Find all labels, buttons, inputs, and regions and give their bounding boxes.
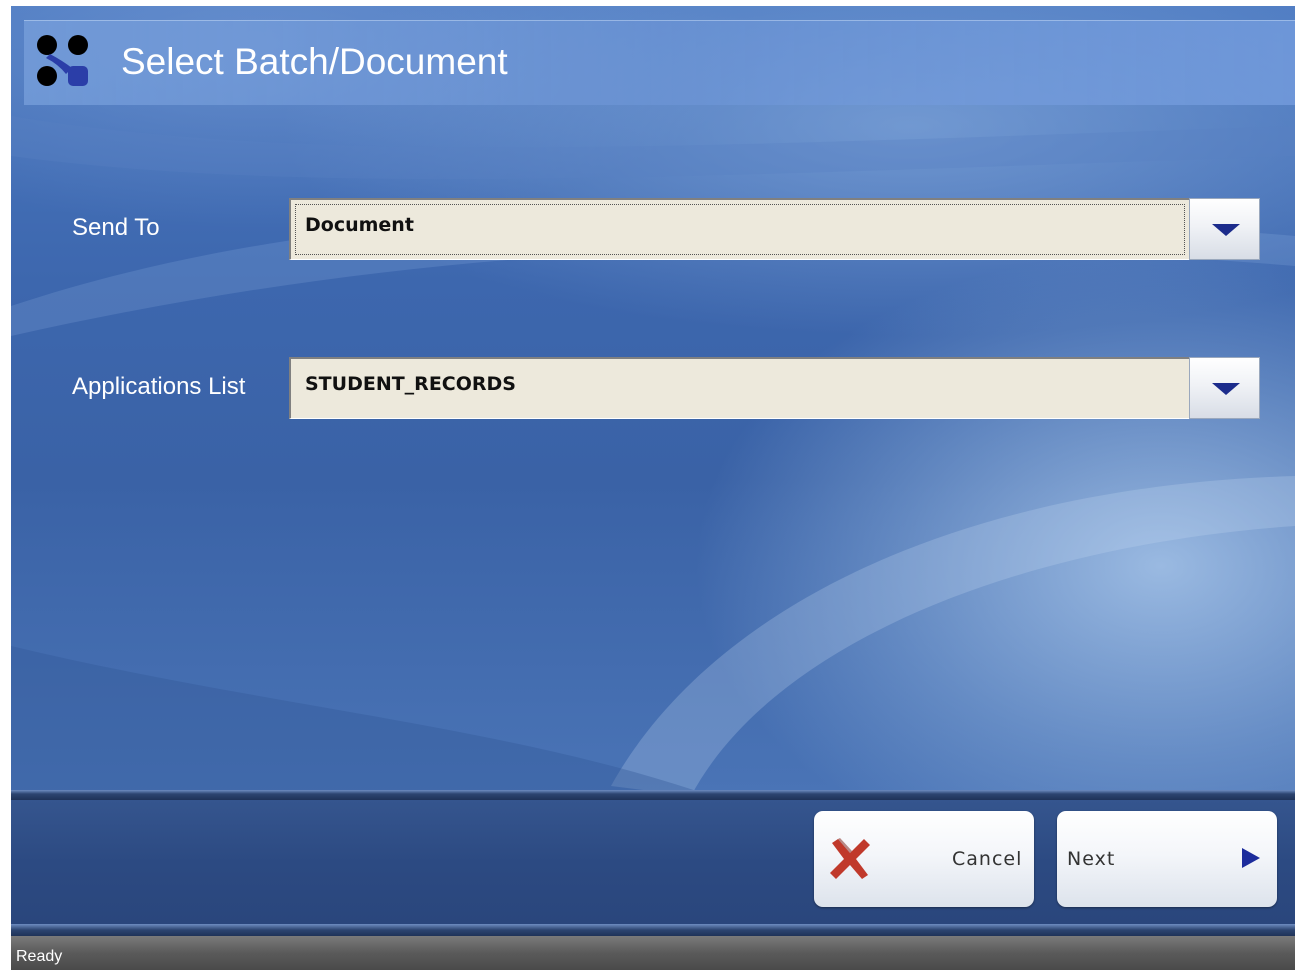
app-window: Select Batch/Document Send To Document A… [11,6,1295,970]
status-text: Ready [16,948,63,965]
chevron-down-icon [1212,383,1240,395]
send-to-dropdown-button[interactable] [1189,198,1260,260]
cancel-label: Cancel [952,848,1023,870]
next-label: Next [1067,848,1116,870]
page-title: Select Batch/Document [121,41,508,82]
footer-bottom-separator [11,924,1295,936]
applications-list-dropdown-button[interactable] [1189,357,1260,419]
close-x-icon [830,838,870,879]
applications-list-dropdown[interactable]: STUDENT_RECORDS [289,357,1261,421]
four-dots-logo-icon [37,35,88,86]
next-button[interactable]: Next [1057,811,1277,907]
play-arrow-icon [1242,848,1260,868]
status-bar: Ready [11,936,1295,970]
header-bar: Select Batch/Document [24,20,1295,105]
chevron-down-icon [1212,224,1240,236]
send-to-dropdown[interactable]: Document [289,198,1261,262]
send-to-value: Document [305,214,414,236]
send-to-field[interactable]: Document [289,198,1189,260]
cancel-button[interactable]: Cancel [814,811,1034,907]
applications-list-field[interactable]: STUDENT_RECORDS [289,357,1189,419]
footer-separator [11,790,1295,800]
applications-list-label: Applications List [72,373,246,400]
applications-list-value: STUDENT_RECORDS [305,373,516,395]
send-to-label: Send To [72,214,160,241]
